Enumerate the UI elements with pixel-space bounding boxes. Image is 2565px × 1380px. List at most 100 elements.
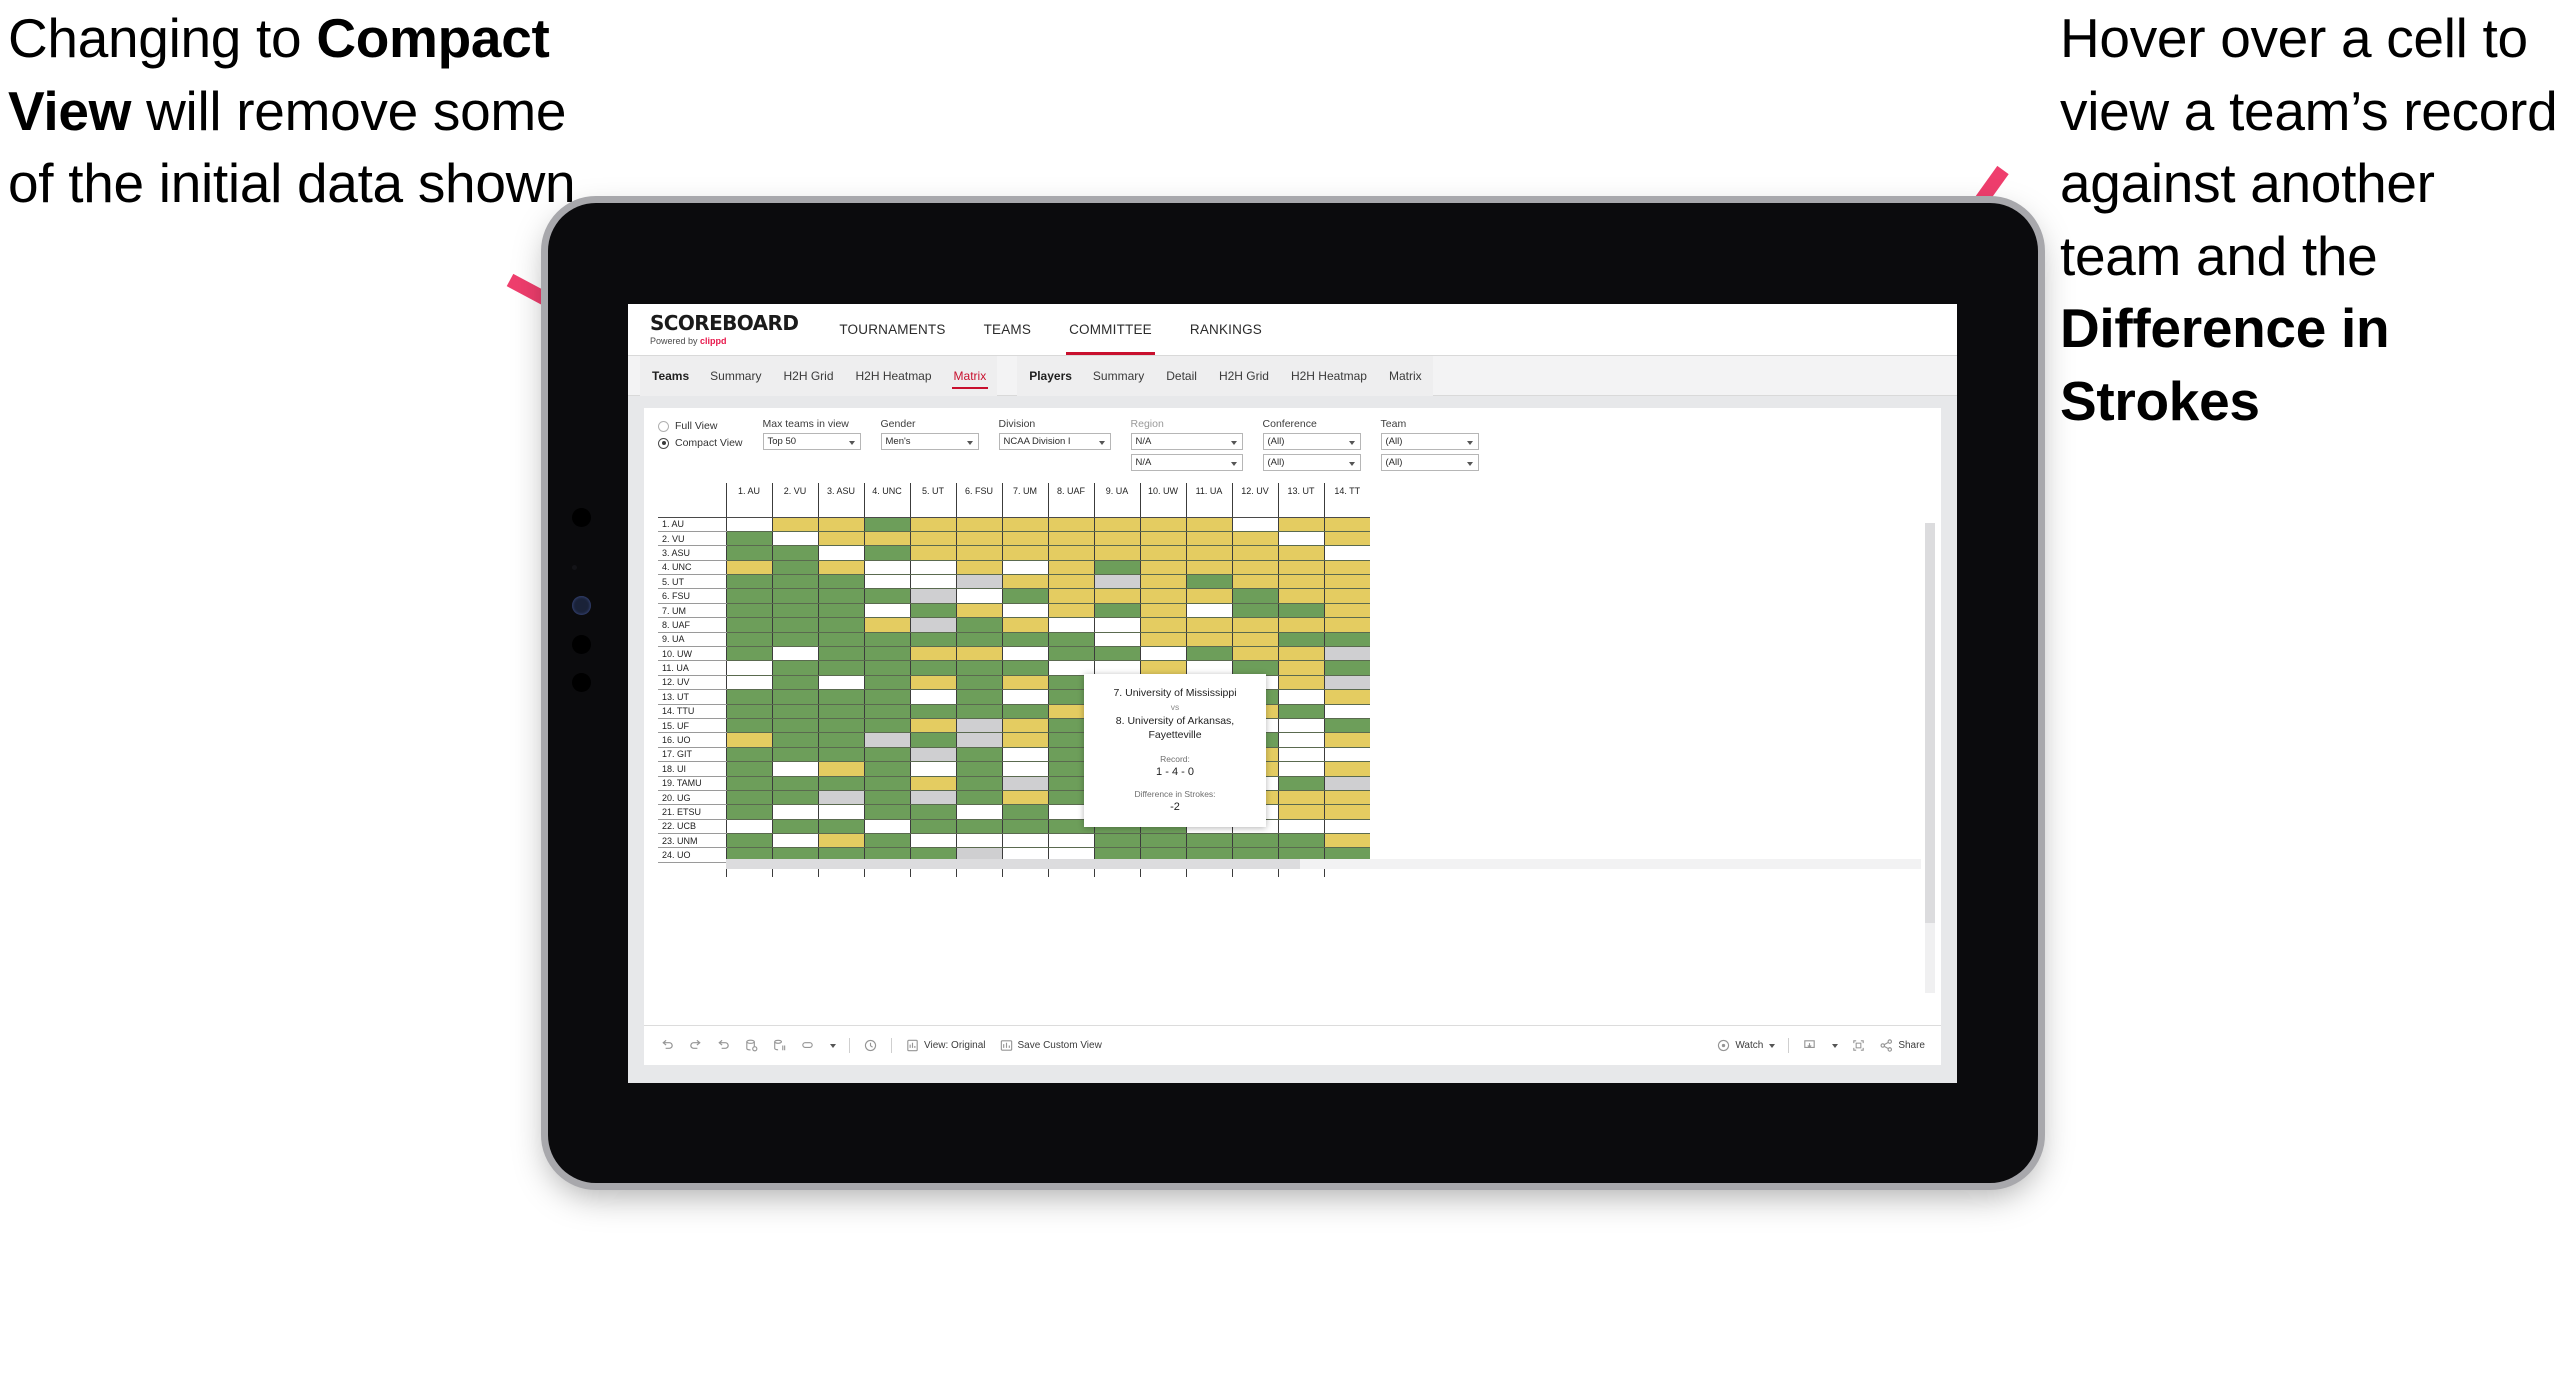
matrix-cell[interactable] [863,588,910,604]
matrix-cell[interactable] [1093,632,1140,648]
matrix-cell[interactable] [909,574,956,590]
matrix-cell[interactable] [1323,732,1370,748]
matrix-cell[interactable] [1001,632,1048,648]
team-dropdown-1[interactable]: (All) [1380,433,1479,450]
matrix-cell[interactable] [1323,804,1370,820]
radio-full-view[interactable]: Full View [658,420,743,432]
matrix-cell[interactable] [1001,732,1048,748]
matrix-cell[interactable] [725,574,772,590]
matrix-cell[interactable] [725,632,772,648]
matrix-cell[interactable] [955,660,1002,676]
matrix-cell[interactable] [1093,545,1140,561]
conference-dropdown-1[interactable]: (All) [1262,433,1361,450]
matrix-cell[interactable] [1047,545,1094,561]
matrix-cell[interactable] [955,790,1002,806]
matrix-cell[interactable] [955,603,1002,619]
matrix-cell[interactable] [725,833,772,849]
division-dropdown[interactable]: NCAA Division I [998,433,1111,450]
matrix-cell[interactable] [1185,574,1232,590]
matrix-cell[interactable] [1231,617,1278,633]
matrix-cell[interactable] [1001,718,1048,734]
matrix-cell[interactable] [1185,646,1232,662]
matrix-cell[interactable] [1185,617,1232,633]
matrix-cell[interactable] [1139,646,1186,662]
matrix-cell[interactable] [909,617,956,633]
matrix-cell[interactable] [817,732,864,748]
matrix-cell[interactable] [863,617,910,633]
matrix-cell[interactable] [771,732,818,748]
matrix-cell[interactable] [817,790,864,806]
matrix-cell[interactable] [909,833,956,849]
matrix-cell[interactable] [1185,588,1232,604]
matrix-cell[interactable] [1185,833,1232,849]
matrix-cell[interactable] [1277,574,1324,590]
matrix-cell[interactable] [1277,790,1324,806]
matrix-cell[interactable] [1139,617,1186,633]
matrix-cell[interactable] [1001,790,1048,806]
matrix-cell[interactable] [1323,545,1370,561]
matrix-cell[interactable] [817,660,864,676]
matrix-cell[interactable] [863,632,910,648]
matrix-cell[interactable] [1277,646,1324,662]
matrix-cell[interactable] [909,732,956,748]
matrix-cell[interactable] [1001,804,1048,820]
matrix-cell[interactable] [863,732,910,748]
matrix-cell[interactable] [1047,517,1094,532]
matrix-cell[interactable] [771,718,818,734]
matrix-cell[interactable] [1001,761,1048,777]
matrix-cell[interactable] [1139,632,1186,648]
matrix-cell[interactable] [1139,531,1186,547]
matrix-cell[interactable] [863,819,910,835]
matrix-cell[interactable] [725,660,772,676]
matrix-cell[interactable] [863,675,910,691]
matrix-cell[interactable] [1001,689,1048,705]
matrix-cell[interactable] [725,732,772,748]
matrix-cell[interactable] [1277,675,1324,691]
matrix-cell[interactable] [863,545,910,561]
matrix-cell[interactable] [863,603,910,619]
matrix-cell[interactable] [771,776,818,791]
matrix-cell[interactable] [771,689,818,705]
matrix-cell[interactable] [725,819,772,835]
matrix-cell[interactable] [1139,588,1186,604]
matrix-cell[interactable] [1047,833,1094,849]
matrix-cell[interactable] [1139,603,1186,619]
matrix-cell[interactable] [1001,675,1048,691]
matrix-cell[interactable] [1093,833,1140,849]
matrix-cell[interactable] [1185,531,1232,547]
matrix-cell[interactable] [725,776,772,791]
matrix-cell[interactable] [1185,560,1232,576]
matrix-cell[interactable] [1047,531,1094,547]
matrix-cell[interactable] [1139,833,1186,849]
matrix-cell[interactable] [817,704,864,719]
fullscreen-icon[interactable] [1851,1038,1866,1053]
matrix-cell[interactable] [1277,833,1324,849]
matrix-cell[interactable] [817,588,864,604]
matrix-cell[interactable] [1001,833,1048,849]
matrix-cell[interactable] [1001,574,1048,590]
sub-tab-teams-summary[interactable]: Summary [699,356,772,396]
matrix-cell[interactable] [1323,560,1370,576]
matrix-cell[interactable] [909,531,956,547]
matrix-cell[interactable] [863,560,910,576]
matrix-cell[interactable] [909,588,956,604]
matrix-cell[interactable] [1001,646,1048,662]
matrix-cell[interactable] [1323,646,1370,662]
matrix-cell[interactable] [771,517,818,532]
matrix-cell[interactable] [1323,588,1370,604]
matrix-cell[interactable] [771,675,818,691]
matrix-cell[interactable] [771,747,818,763]
matrix-cell[interactable] [1231,517,1278,532]
matrix-cell[interactable] [817,747,864,763]
matrix-vertical-scrollbar[interactable] [1925,523,1935,993]
matrix-cell[interactable] [1185,603,1232,619]
matrix-cell[interactable] [863,804,910,820]
matrix-cell[interactable] [1139,545,1186,561]
matrix-cell[interactable] [1001,776,1048,791]
matrix-cell[interactable] [1185,517,1232,532]
matrix-cell[interactable] [725,718,772,734]
matrix-cell[interactable] [1001,603,1048,619]
matrix-cell[interactable] [863,704,910,719]
matrix-cell[interactable] [1323,761,1370,777]
pause-updates-icon[interactable] [772,1038,787,1053]
